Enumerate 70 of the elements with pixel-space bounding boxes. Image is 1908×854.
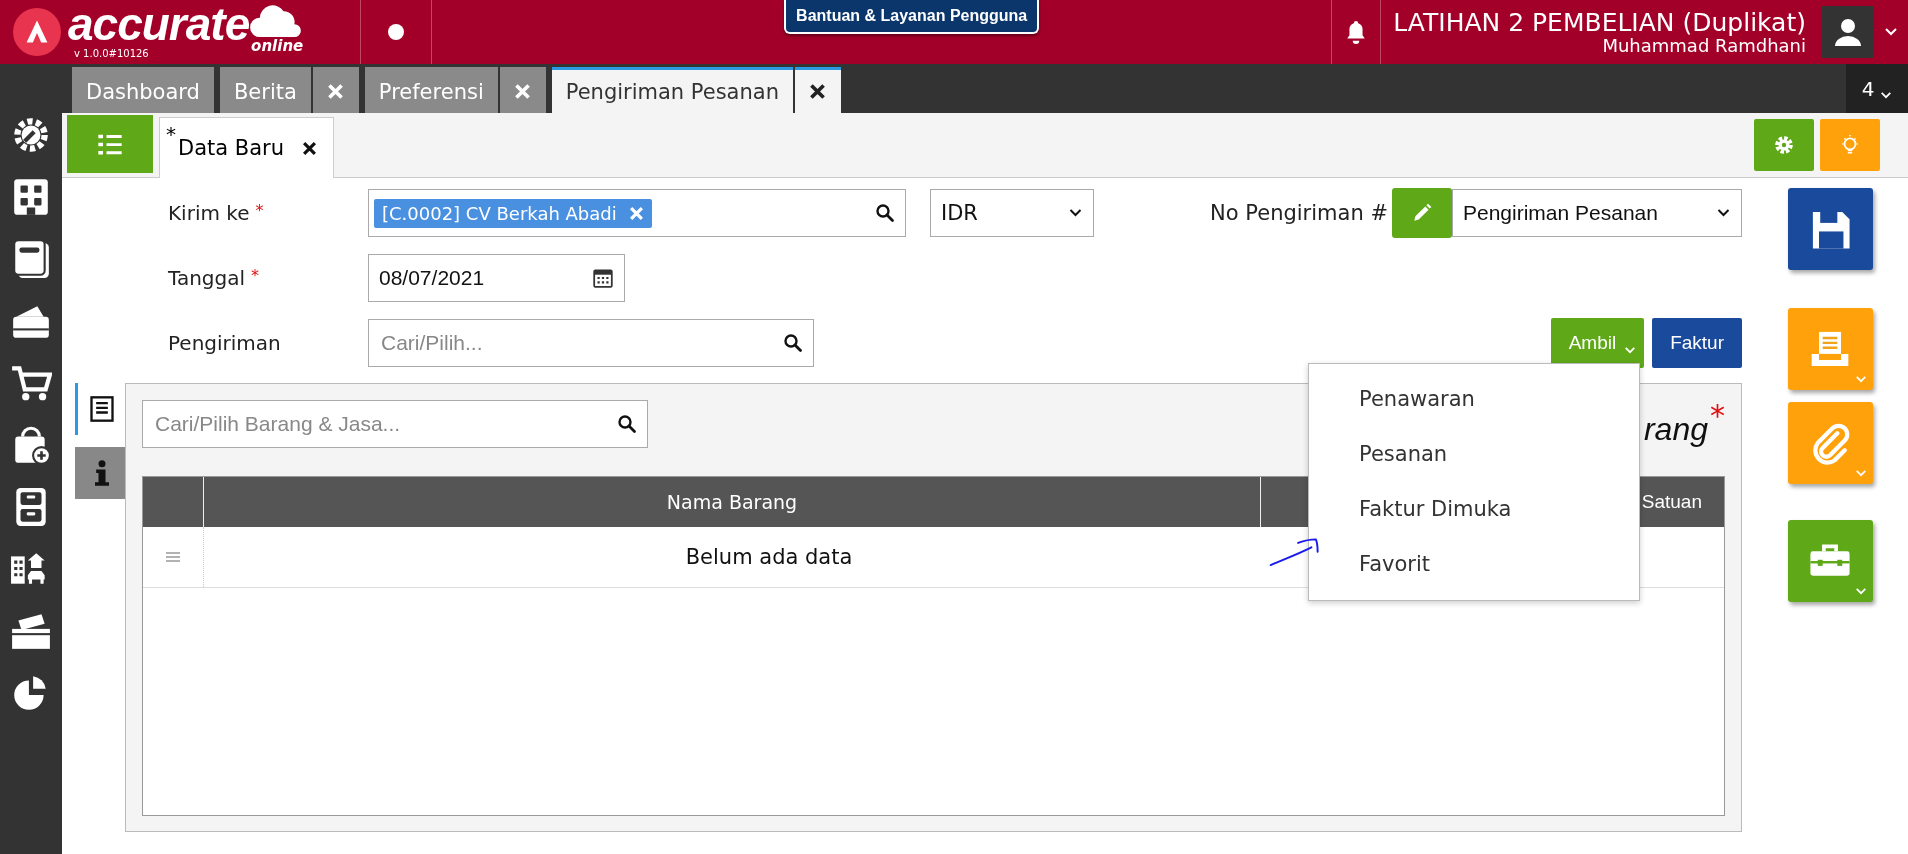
field-label: No Pengiriman # (1210, 201, 1388, 225)
version-label: v 1.0.0#10126 (74, 48, 149, 60)
menu-item[interactable]: Penawaran (1309, 372, 1639, 427)
currency-select[interactable]: IDR (930, 189, 1094, 237)
logo-text: accurate (68, 2, 250, 46)
settings-button[interactable] (1754, 119, 1814, 171)
document-icon (87, 395, 116, 423)
tab-count-button[interactable]: 4 (1846, 64, 1908, 113)
close-icon (514, 83, 532, 100)
column-header: Satuan (1640, 490, 1703, 514)
calendar-icon[interactable] (592, 267, 614, 289)
tools-button[interactable] (1787, 520, 1873, 602)
logo-icon (12, 7, 62, 57)
search-icon[interactable] (617, 414, 637, 434)
field-label: Tanggal (168, 266, 246, 290)
field-label: Kirim ke (168, 201, 250, 225)
column-header: Nama Barang (204, 477, 1261, 527)
search-box[interactable]: Cari/Pilih Barang & Jasa... (142, 400, 648, 448)
document-tab[interactable]: *Data Baru (159, 117, 335, 178)
section-title: rang (1643, 410, 1708, 448)
required-mark: * (1710, 398, 1725, 433)
chevron-down-icon (1854, 587, 1867, 596)
user-name: Muhammad Ramdhani (1602, 37, 1806, 55)
cloud-icon (249, 4, 304, 40)
help-button[interactable]: Bantuan & Layanan Pengguna (784, 0, 1040, 34)
chevron-down-icon (1068, 208, 1083, 218)
status-dot (388, 24, 404, 40)
user-avatar[interactable] (1822, 6, 1874, 58)
pencil-icon (1411, 202, 1433, 224)
save-button[interactable] (1787, 188, 1873, 270)
search-icon[interactable] (875, 203, 895, 223)
chevron-down-icon[interactable] (1884, 27, 1898, 37)
empty-message: Belum ada data (685, 545, 853, 569)
close-icon (809, 83, 827, 100)
shipment-search-field[interactable]: Cari/Pilih... (379, 330, 783, 356)
bell-icon[interactable] (1345, 20, 1368, 44)
menu-item[interactable]: Favorit (1309, 537, 1639, 592)
search-icon[interactable] (783, 333, 803, 353)
menu-item[interactable]: Faktur Dimuka (1309, 482, 1639, 537)
logo-subtitle: online (251, 38, 304, 54)
chevron-down-icon (1854, 375, 1867, 384)
remove-icon[interactable] (628, 205, 644, 221)
lightbulb-icon (1839, 134, 1861, 156)
edit-button[interactable] (1392, 188, 1452, 238)
number-select[interactable]: Pengiriman Pesanan (1452, 189, 1742, 237)
required-mark: * (251, 266, 260, 287)
list-view-button[interactable] (67, 115, 153, 173)
chevron-down-icon (1716, 208, 1731, 218)
close-icon[interactable] (302, 140, 318, 156)
chevron-down-icon (1624, 345, 1637, 355)
search-box[interactable]: Cari/Pilih... (368, 319, 814, 367)
item-search-field[interactable]: Cari/Pilih Barang & Jasa... (153, 411, 617, 437)
date-field[interactable]: 08/07/2021 (368, 254, 625, 302)
chevron-down-icon (1854, 469, 1867, 478)
close-tab-button[interactable] (312, 67, 359, 113)
field-label: Pengiriman (168, 331, 281, 355)
company-name: LATIHAN 2 PEMBELIAN (Duplikat) (1393, 9, 1806, 37)
invoice-button[interactable]: Faktur (1652, 318, 1742, 368)
user-icon (1833, 17, 1863, 47)
menu-item[interactable]: Pesanan (1309, 427, 1639, 482)
modified-mark: * (166, 122, 176, 146)
chevron-down-icon (1880, 91, 1893, 100)
drag-handle-icon[interactable] (166, 552, 180, 562)
close-icon (327, 83, 345, 100)
tab-label: Data Baru (178, 136, 285, 160)
close-tab-button[interactable] (499, 67, 546, 113)
close-tab-button[interactable] (794, 67, 841, 113)
tab[interactable]: Pengiriman Pesanan (551, 67, 793, 113)
settings-icon (1773, 134, 1795, 156)
required-mark: * (255, 201, 264, 222)
